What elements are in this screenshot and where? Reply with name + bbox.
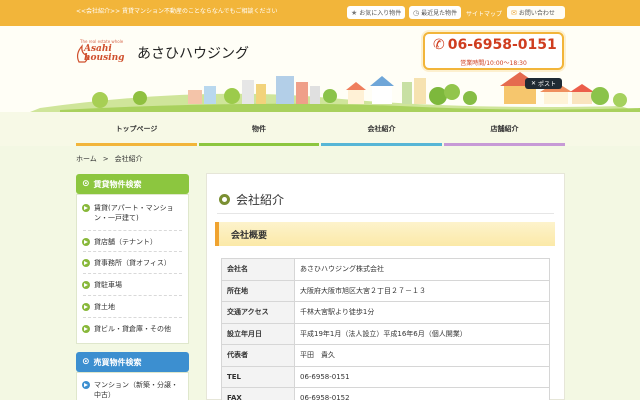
site-name[interactable]: あさひハウジング: [137, 43, 249, 63]
sale-search-heading: ⊙ 売買物件検索: [76, 352, 189, 372]
breadcrumb: ホーム > 会社紹介: [76, 154, 143, 164]
sitemap-link[interactable]: サイトマップ: [466, 9, 502, 18]
page-title: 会社紹介: [219, 191, 284, 208]
site-header: The real estate whole Asahi housing あさひハ…: [0, 26, 640, 112]
row-label: 設立年月日: [221, 322, 295, 345]
business-hours: 営業時間/10:00～18:30: [460, 60, 527, 67]
phone-icon: ✆: [433, 37, 445, 53]
table-row: 設立年月日 平成19年1月（法人設立）平成16年6月（個人開業）: [221, 322, 550, 345]
sidebar-item-rent-land[interactable]: 貸土地: [82, 302, 184, 312]
header-tagline: <<会社紹介>> 賃貸マンション不動産のことならなんでもご相談ください: [76, 8, 278, 15]
sidebar-item-rent-parking[interactable]: 貸駐車場: [82, 280, 184, 290]
sale-search-list: マンション（新築・分譲・中古）: [76, 372, 189, 400]
row-value: 06-6958-0151: [294, 365, 550, 388]
post-button[interactable]: ✕ ポスト: [525, 78, 562, 89]
sidebar-item-label: 貸土地: [94, 303, 115, 311]
sidebar-item-rent-office[interactable]: 貸事務所（貸オフィス）: [82, 258, 184, 268]
sidebar-item-label: 貸ビル・貸倉庫・その他: [94, 325, 171, 333]
row-value: あさひハウジング株式会社: [294, 258, 550, 281]
row-label: 所在地: [221, 279, 295, 302]
main-content: 会社紹介 会社概要 会社名 あさひハウジング株式会社 所在地 大阪府大阪市旭区大…: [206, 173, 565, 400]
arrow-icon: [82, 238, 90, 246]
row-value: 大阪府大阪市旭区大宮２丁目２７－１３: [294, 279, 550, 302]
nav-label: 会社紹介: [367, 125, 396, 133]
nav-label: 物件: [252, 125, 266, 133]
table-row: 代表者 平田 貴久: [221, 344, 550, 367]
divider: [83, 251, 182, 252]
row-value: 平成19年1月（法人設立）平成16年6月（個人開業）: [294, 322, 550, 345]
phone-box[interactable]: ✆ 06-6958-0151 営業時間/10:00～18:30: [423, 32, 564, 70]
nav-item-company[interactable]: 会社紹介: [321, 112, 442, 146]
arrow-icon: [82, 303, 90, 311]
row-label: TEL: [221, 365, 295, 388]
star-icon: ★: [351, 8, 358, 17]
row-label: 代表者: [221, 344, 295, 367]
global-nav: トップページ 物件 会社紹介 店舗紹介: [0, 112, 640, 146]
table-row: TEL 06-6958-0151: [221, 365, 550, 388]
row-value: 平田 貴久: [294, 344, 550, 367]
sale-search-title: 売買物件検索: [93, 357, 142, 367]
breadcrumb-home[interactable]: ホーム: [76, 155, 97, 163]
clock-icon: ◷: [413, 8, 420, 17]
divider: [217, 213, 554, 214]
contact-label: お問い合わせ: [518, 10, 555, 17]
sidebar-item-label: 貸事務所（貸オフィス）: [94, 259, 171, 267]
phone-number-text: 06-6958-0151: [447, 37, 557, 53]
section-heading: 会社概要: [215, 222, 555, 246]
sidebar-item-label: 貸駐車場: [94, 281, 122, 289]
sidebar-item-label: 貸店舗（テナント）: [94, 238, 157, 246]
phone-number: ✆ 06-6958-0151: [433, 37, 557, 53]
rent-search-list: 賃貸(アパート・マンション・一戸建て) 貸店舗（テナント） 貸事務所（貸オフィス…: [76, 194, 189, 344]
mail-icon: ✉: [511, 8, 517, 17]
divider: [83, 295, 182, 296]
sidebar-item-rent-store[interactable]: 貸店舗（テナント）: [82, 237, 184, 247]
divider: [83, 317, 182, 318]
table-row: FAX 06-6958-0152: [221, 387, 550, 400]
table-row: 会社名 あさひハウジング株式会社: [221, 258, 550, 281]
company-info-table: 会社名 あさひハウジング株式会社 所在地 大阪府大阪市旭区大宮２丁目２７－１３ …: [221, 258, 550, 400]
rent-search-title: 賃貸物件検索: [93, 179, 142, 189]
sidebar-item-sale-mansion[interactable]: マンション（新築・分譲・中古）: [82, 380, 184, 400]
logo[interactable]: Asahi housing: [84, 45, 124, 63]
rent-search-heading: ⊙ 賃貸物件検索: [76, 174, 189, 194]
arrow-icon: [82, 325, 90, 333]
arrow-icon: [82, 381, 90, 389]
row-label: FAX: [221, 387, 295, 400]
sidebar-item-label: マンション（新築・分譲・中古）: [94, 381, 178, 399]
sidebar-item-label: 賃貸(アパート・マンション・一戸建て): [94, 204, 174, 222]
nav-item-top[interactable]: トップページ: [76, 112, 197, 146]
recent-button[interactable]: ◷ 最近見た物件: [409, 6, 461, 19]
recent-label: 最近見た物件: [421, 10, 458, 17]
breadcrumb-separator: >: [102, 155, 109, 163]
sidebar-item-rent-building[interactable]: 貸ビル・貸倉庫・その他: [82, 324, 184, 334]
row-value: 千林大宮駅より徒歩1分: [294, 301, 550, 324]
page-title-text: 会社紹介: [236, 193, 285, 207]
divider: [83, 230, 182, 231]
favorites-button[interactable]: ★ お気に入り物件: [347, 6, 405, 19]
ring-icon: [219, 194, 230, 205]
arrow-icon: [82, 281, 90, 289]
row-value: 06-6958-0152: [294, 387, 550, 400]
divider: [83, 273, 182, 274]
table-row: 所在地 大阪府大阪市旭区大宮２丁目２７－１３: [221, 279, 550, 302]
favorites-label: お気に入り物件: [359, 10, 402, 17]
row-label: 会社名: [221, 258, 295, 281]
search-icon: ⊙: [82, 357, 90, 367]
arrow-icon: [82, 259, 90, 267]
contact-button[interactable]: ✉ お問い合わせ: [507, 6, 565, 19]
top-bar: <<会社紹介>> 賃貸マンション不動産のことならなんでもご相談ください ★ お気…: [0, 0, 640, 26]
post-label: ポスト: [538, 81, 557, 88]
arrow-icon: [82, 204, 90, 212]
search-icon: ⊙: [82, 179, 90, 189]
sidebar-item-rent-residential[interactable]: 賃貸(アパート・マンション・一戸建て): [82, 203, 184, 223]
nav-label: トップページ: [115, 125, 158, 133]
row-label: 交通アクセス: [221, 301, 295, 324]
x-logo-icon: ✕: [530, 80, 536, 87]
nav-item-stores[interactable]: 店舗紹介: [444, 112, 565, 146]
table-row: 交通アクセス 千林大宮駅より徒歩1分: [221, 301, 550, 324]
breadcrumb-current: 会社紹介: [114, 155, 143, 163]
logo-line2: housing: [84, 53, 125, 63]
nav-item-properties[interactable]: 物件: [199, 112, 319, 146]
nav-label: 店舗紹介: [490, 125, 519, 133]
